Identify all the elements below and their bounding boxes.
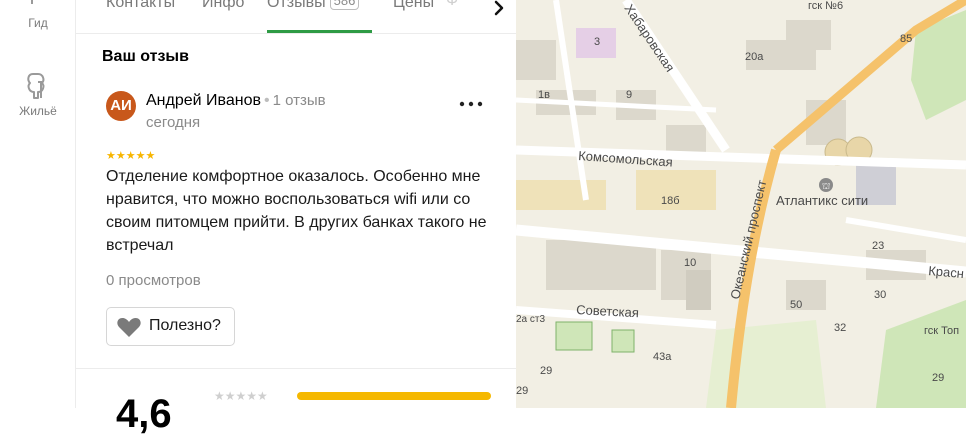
author-review-count: 1 отзыв bbox=[272, 92, 326, 109]
review-author-line: Андрей Иванов • 1 отзыв bbox=[146, 92, 326, 110]
review-text: Отделение комфортное оказалось. Особенно… bbox=[106, 168, 487, 254]
svg-text:9: 9 bbox=[626, 89, 632, 101]
svg-text:23: 23 bbox=[872, 240, 884, 252]
guide-icon bbox=[31, 0, 33, 4]
tab-contacts[interactable]: Контакты bbox=[106, 0, 175, 14]
svg-text:18б: 18б bbox=[661, 195, 680, 207]
avatar[interactable]: АИ bbox=[106, 91, 136, 121]
svg-text:1в: 1в bbox=[538, 89, 550, 101]
rail-item-guide[interactable]: Гид bbox=[0, 0, 76, 30]
rating-row-stars: ★★★★★ bbox=[214, 389, 268, 403]
rating-distribution-bar bbox=[297, 392, 491, 400]
svg-text:29: 29 bbox=[540, 365, 552, 377]
tab-photos-partial[interactable]: Ф bbox=[446, 0, 458, 10]
active-tab-indicator bbox=[267, 30, 372, 33]
svg-text:20а: 20а bbox=[745, 51, 764, 63]
more-options-button[interactable] bbox=[458, 92, 484, 115]
left-rail: Гид Жильё bbox=[0, 0, 76, 408]
svg-text:85: 85 bbox=[900, 33, 912, 45]
overall-rating: 4,6 bbox=[116, 392, 172, 436]
tab-reviews[interactable]: Отзывы 586 bbox=[267, 0, 360, 14]
svg-text:30: 30 bbox=[874, 289, 886, 301]
svg-text:10: 10 bbox=[684, 257, 696, 269]
svg-text:29: 29 bbox=[932, 372, 944, 384]
useful-button[interactable]: Полезно? bbox=[106, 307, 235, 346]
svg-text:50: 50 bbox=[790, 299, 802, 311]
rail-guide-label: Гид bbox=[28, 16, 48, 30]
org-panel: Контакты Инфо Отзывы 586 Цены Ф Ваш отзыв… bbox=[76, 0, 516, 436]
svg-text:29: 29 bbox=[516, 385, 528, 397]
reviews-count-badge: 586 bbox=[329, 0, 360, 10]
heart-icon bbox=[117, 318, 141, 337]
tab-info[interactable]: Инфо bbox=[202, 0, 244, 14]
useful-label: Полезно? bbox=[149, 317, 221, 334]
svg-text:⛫: ⛫ bbox=[822, 182, 830, 192]
tab-bar: Контакты Инфо Отзывы 586 Цены Ф bbox=[76, 0, 516, 34]
rail-housing-label: Жильё bbox=[19, 104, 57, 118]
review-rating-stars: ★★★★★ bbox=[106, 150, 156, 162]
map-view[interactable]: 3 гск №6 85 20а 1в 9 18б 10 23 30 50 32 … bbox=[516, 0, 966, 408]
svg-text:32: 32 bbox=[834, 322, 846, 334]
section-divider bbox=[76, 368, 516, 369]
svg-text:гск Топ: гск Топ bbox=[924, 325, 959, 337]
chevron-right-icon bbox=[494, 0, 504, 16]
svg-text:43а: 43а bbox=[653, 351, 672, 363]
svg-text:2а ст3: 2а ст3 bbox=[516, 314, 545, 325]
review-views: 0 просмотров bbox=[106, 272, 201, 289]
svg-text:3: 3 bbox=[594, 36, 600, 48]
svg-text:гск №6: гск №6 bbox=[808, 0, 843, 12]
tab-prices[interactable]: Цены bbox=[393, 0, 434, 14]
separator-dot: • bbox=[263, 92, 270, 109]
svg-text:Красн: Красн bbox=[928, 263, 965, 281]
tab-reviews-label: Отзывы bbox=[267, 0, 326, 11]
housing-icon bbox=[27, 73, 45, 99]
ellipsis-icon bbox=[459, 101, 483, 107]
svg-text:Атлантикс сити: Атлантикс сити bbox=[776, 193, 868, 208]
rail-item-housing[interactable]: Жильё bbox=[0, 70, 76, 118]
review-date: сегодня bbox=[146, 114, 201, 131]
author-name[interactable]: Андрей Иванов bbox=[146, 92, 261, 109]
section-title: Ваш отзыв bbox=[102, 48, 189, 65]
tabs-scroll-right-button[interactable] bbox=[482, 0, 516, 33]
map-canvas[interactable]: 3 гск №6 85 20а 1в 9 18б 10 23 30 50 32 … bbox=[516, 0, 966, 408]
